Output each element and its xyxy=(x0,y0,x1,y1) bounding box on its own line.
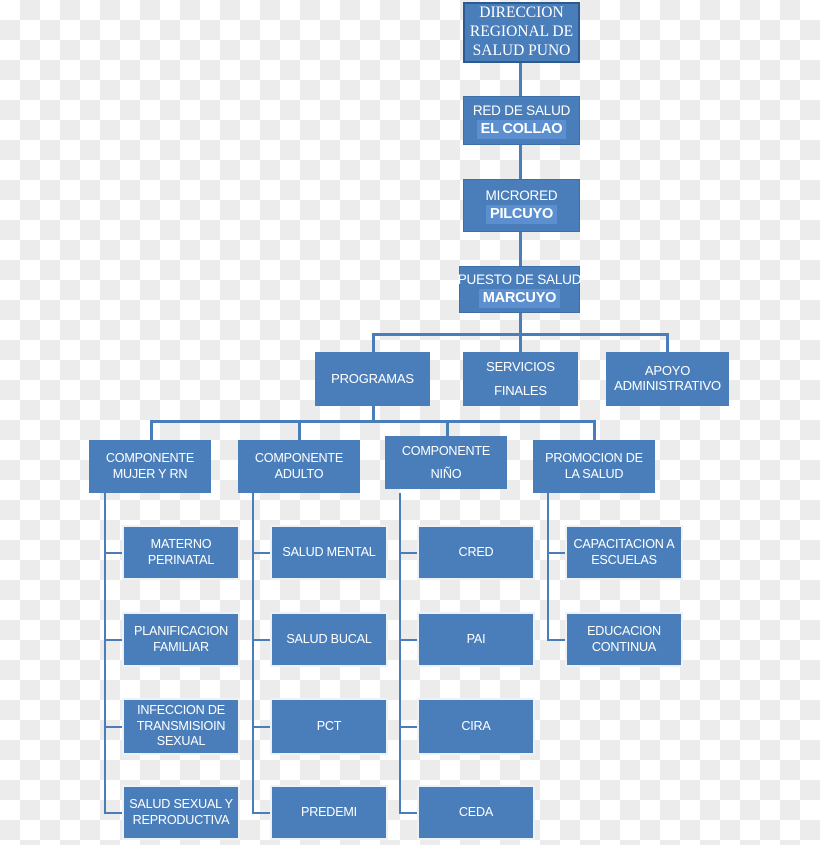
node-line-1: PUESTO DE SALUD xyxy=(457,271,582,287)
connector-bus-to-apoyo xyxy=(666,333,669,353)
node-line-1: PREDEMI xyxy=(301,804,357,819)
connector-spine-adulto xyxy=(252,493,254,813)
node-line-1: COMPONENTE xyxy=(401,444,491,459)
connector-bus-to-comp-mujer xyxy=(150,420,153,440)
connector-stub-promocion-2 xyxy=(547,639,566,641)
connector-stub-adulto-2 xyxy=(252,639,271,641)
node-line-1: PCT xyxy=(316,718,342,733)
node-line-2: FINALES xyxy=(494,383,547,398)
connector-stub-promocion-1 xyxy=(547,552,566,554)
node-line-1: CRED xyxy=(458,544,494,559)
connector-bus-to-servicios xyxy=(519,333,522,353)
node-programas[interactable]: PROGRAMAS xyxy=(315,352,430,406)
node-line-2: FAMILIAR xyxy=(153,639,209,654)
node-line-1: MICRORED xyxy=(485,187,558,203)
connector-stub-nino-2 xyxy=(399,639,418,641)
node-line-2: REPRODUCTIVA xyxy=(132,812,230,827)
node-line-2: CONTINUA xyxy=(591,639,657,654)
node-line-1: INFECCION DE xyxy=(137,703,225,718)
connector-red-to-microred xyxy=(519,145,522,179)
node-line-1: RED DE SALUD xyxy=(472,102,571,118)
node-line-2: PERINATAL xyxy=(147,552,215,567)
connector-stub-adulto-1 xyxy=(252,552,271,554)
node-line-2: NIÑO xyxy=(430,466,462,481)
connector-bus-to-programas xyxy=(372,333,375,353)
node-ceda[interactable]: CEDA xyxy=(417,785,535,840)
node-componente-mujer-y-rn[interactable]: COMPONENTE MUJER Y RN xyxy=(89,440,211,493)
node-line-1: PLANIFICACION xyxy=(134,624,228,639)
node-salud-sexual-y-reproductiva[interactable]: SALUD SEXUAL Y REPRODUCTIVA xyxy=(122,785,240,840)
node-line-1: SALUD SEXUAL Y xyxy=(129,797,233,812)
connector-puesto-to-bus1 xyxy=(519,313,522,335)
node-line-1: COMPONENTE xyxy=(105,451,195,466)
node-infeccion-de-transmision-sexual[interactable]: INFECCION DE TRANSMISIOIN SEXUAL xyxy=(122,698,240,755)
node-line-1: APOYO xyxy=(644,363,691,379)
connector-stub-mujer-4 xyxy=(104,812,123,814)
node-cred[interactable]: CRED xyxy=(417,525,535,580)
node-line-1: CAPACITACION A xyxy=(573,537,675,552)
node-apoyo-administrativo[interactable]: APOYO ADMINISTRATIVO xyxy=(606,352,729,406)
node-line-1: SALUD MENTAL xyxy=(282,544,376,559)
node-promocion-de-la-salud[interactable]: PROMOCION DE LA SALUD xyxy=(533,440,655,493)
node-line-2: REGIONAL DE xyxy=(469,23,574,41)
connector-stub-mujer-1 xyxy=(104,552,123,554)
node-line-1: CIRA xyxy=(461,718,491,733)
node-red-de-salud-el-collao[interactable]: RED DE SALUD EL COLLAO xyxy=(463,96,580,145)
node-salud-bucal[interactable]: SALUD BUCAL xyxy=(270,612,388,667)
node-line-2: LA SALUD xyxy=(564,466,624,481)
node-materno-perinatal[interactable]: MATERNO PERINATAL xyxy=(122,525,240,580)
connector-stub-nino-4 xyxy=(399,812,418,814)
connector-spine-promocion xyxy=(547,493,549,641)
node-componente-nino[interactable]: COMPONENTE NIÑO xyxy=(385,436,507,489)
node-line-2: ESCUELAS xyxy=(591,552,657,567)
node-line-1: SALUD BUCAL xyxy=(286,631,372,646)
node-line-2: MUJER Y RN xyxy=(112,466,188,481)
connector-root-to-red xyxy=(519,63,522,96)
organizational-chart: DIRECCION REGIONAL DE SALUD PUNO RED DE … xyxy=(0,0,820,845)
node-line-1: EDUCACION xyxy=(587,624,661,639)
connector-spine-nino xyxy=(399,493,401,813)
node-pct[interactable]: PCT xyxy=(270,698,388,755)
node-predemi[interactable]: PREDEMI xyxy=(270,785,388,840)
node-line-1: COMPONENTE xyxy=(254,451,344,466)
node-servicios-finales[interactable]: SERVICIOS FINALES xyxy=(463,352,578,406)
connector-bus-to-promocion xyxy=(593,420,596,440)
node-line-2: TRANSMISIOIN xyxy=(136,718,226,733)
node-educacion-continua[interactable]: EDUCACION CONTINUA xyxy=(565,612,683,667)
connector-microred-to-puesto xyxy=(519,232,522,266)
connector-stub-adulto-3 xyxy=(252,726,271,728)
connector-stub-mujer-2 xyxy=(104,639,123,641)
node-line-2: MARCUYO xyxy=(478,288,561,309)
connector-stub-mujer-3 xyxy=(104,726,123,728)
node-microred-pilcuyo[interactable]: MICRORED PILCUYO xyxy=(463,179,580,232)
node-line-2: EL COLLAO xyxy=(476,119,567,140)
node-planificacion-familiar[interactable]: PLANIFICACION FAMILIAR xyxy=(122,612,240,667)
node-line-1: PROMOCION DE xyxy=(545,451,643,466)
connector-spine-mujer xyxy=(104,493,106,813)
node-line-2: ADMINISTRATIVO xyxy=(614,378,721,393)
node-line-2: ADULTO xyxy=(274,466,324,481)
connector-bus-components xyxy=(150,420,596,423)
node-componente-adulto[interactable]: COMPONENTE ADULTO xyxy=(238,440,360,493)
connector-stub-adulto-4 xyxy=(252,812,271,814)
node-line-3: SALUD PUNO xyxy=(472,41,571,59)
node-line-1: CEDA xyxy=(458,804,494,819)
node-line-3: SEXUAL xyxy=(156,734,206,749)
node-line-1: DIRECCION xyxy=(479,4,564,22)
node-salud-mental[interactable]: SALUD MENTAL xyxy=(270,525,388,580)
node-puesto-de-salud-marcuyo[interactable]: PUESTO DE SALUD MARCUYO xyxy=(457,266,582,313)
connector-stub-nino-1 xyxy=(399,552,418,554)
node-pai[interactable]: PAI xyxy=(417,612,535,667)
connector-stub-nino-3 xyxy=(399,726,418,728)
connector-bus-to-comp-adulto xyxy=(298,420,301,440)
node-line-1: MATERNO xyxy=(150,537,212,552)
node-capacitacion-a-escuelas[interactable]: CAPACITACION A ESCUELAS xyxy=(565,525,683,580)
node-line-1: PAI xyxy=(466,631,486,646)
node-line-1: SERVICIOS xyxy=(486,358,555,374)
node-line-1: PROGRAMAS xyxy=(331,370,414,386)
node-direccion-regional-salud-puno[interactable]: DIRECCION REGIONAL DE SALUD PUNO xyxy=(463,2,580,63)
node-line-2: PILCUYO xyxy=(485,204,558,225)
node-cira[interactable]: CIRA xyxy=(417,698,535,755)
